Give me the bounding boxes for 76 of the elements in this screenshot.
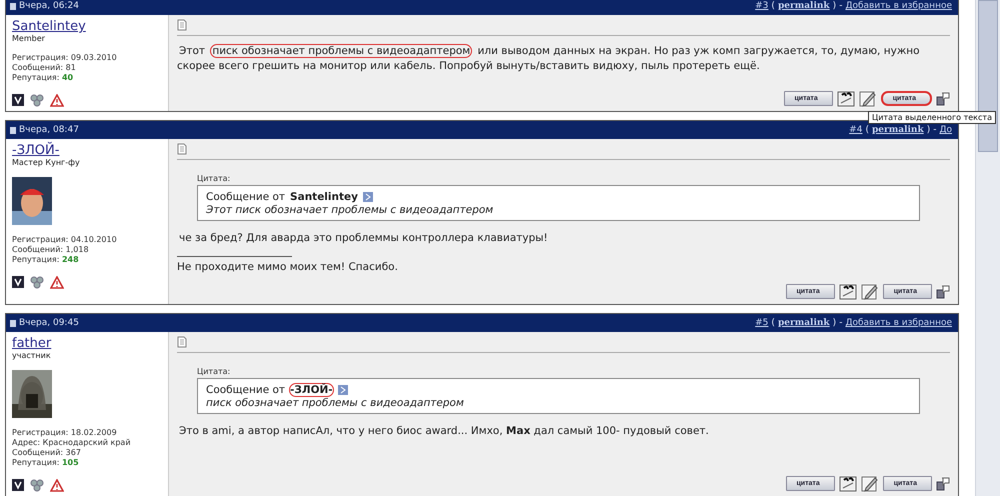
post-number-link[interactable]: #5 [755,318,768,328]
favorite-link[interactable]: До [939,125,952,135]
reply-icon[interactable] [936,284,950,299]
separator-text: - [933,125,936,135]
user-title: Мастер Кунг-фу [12,158,81,167]
multiquote-icon[interactable] [838,475,857,492]
paren-text: ) [832,318,836,328]
quote-author: -ЗЛОЙ- [289,383,334,397]
permalink-link[interactable]: permalink [778,318,830,328]
multiquote-icon[interactable] [836,90,855,107]
edit-icon[interactable] [858,90,877,107]
user-stat: Репутация: 248 [12,255,80,265]
user-stat: Репутация: 105 [12,458,80,468]
username-link[interactable]: -ЗЛОЙ- [12,143,162,158]
reply-icon[interactable] [936,476,950,491]
user-title: участник [12,351,52,360]
message-text: че за бред? Для аварда это проблеммы контроллера клавиатуры! [178,231,549,246]
post-date: Вчера, 09:45 [19,318,79,328]
post-number-link[interactable]: #4 [849,125,862,135]
user-stat: Сообщений: 367 [12,448,82,458]
quote-text: Этот писк обозначает проблемы с видеоадаптером [206,204,494,216]
warning-icon[interactable] [50,478,64,492]
vote-icon[interactable] [12,276,24,288]
post-date: Вчера, 08:47 [19,125,79,135]
favorite-link[interactable]: Добавить в избранное [845,1,952,11]
vote-icon[interactable] [12,479,24,491]
document-icon [177,19,187,31]
favorite-link[interactable]: Добавить в избранное [845,318,952,328]
paren-text: ) [926,125,930,135]
user-stat: Сообщений: 1,018 [12,245,90,255]
tooltip: Цитата выделенного текста [868,111,996,124]
quote-label: Цитата: [197,367,232,376]
post-date: Вчера, 06:24 [19,1,79,11]
permalink-link[interactable]: permalink [778,1,830,11]
post-number-link[interactable]: #3 [755,1,768,11]
view-post-icon[interactable] [338,385,348,395]
edit-icon[interactable] [860,283,879,300]
multiquote-icon[interactable] [838,283,857,300]
document-icon [177,143,187,155]
quote-label: Цитата: [197,174,232,183]
quote-text: писк обозначает проблемы с видеоадаптером [206,397,465,409]
message-text: Это в ami, а автор написАл, что у него биос award... Имхо, Max дал самый 100- пудовый совет. [178,424,710,439]
signature-text: Не проходите мимо моих тем! Спасибо. [177,260,399,275]
reply-icon[interactable] [936,91,950,106]
separator-text: - [839,318,842,328]
permalink-link[interactable]: permalink [872,125,924,135]
edit-icon[interactable] [860,475,879,492]
user-stat: Сообщений: 81 [12,63,77,73]
paren-text: ) [832,1,836,11]
network-icon[interactable] [29,93,45,107]
view-post-icon[interactable] [362,192,373,202]
user-stat: Регистрация: 04.10.2010 [12,235,118,245]
document-icon [177,336,187,348]
user-stat: Регистрация: 09.03.2010 [12,53,118,63]
user-stat: Адрес: Краснодарский край [12,438,132,448]
post-icon [10,126,16,134]
network-icon[interactable] [29,478,45,492]
paren-text: ( [771,1,775,11]
paren-text: ( [865,125,869,135]
username-link[interactable]: Santelintey [12,19,162,34]
user-title: Member [12,34,46,43]
quote-prefix: Сообщение от [206,384,286,396]
separator-text: - [839,1,842,11]
warning-icon[interactable] [50,276,64,288]
message-text: Этот писк обозначает проблемы с видеоадаптером или выводом данных на экран. Но раз уж комп загружается, то, думаю, нужно скорее всего грешить на монитор или кабель. Попробуй вынуть/вставить видюху, пыль протереть ещё. [177,44,921,74]
username-link[interactable]: father [12,336,162,351]
paren-text: ( [771,318,775,328]
warning-icon[interactable] [50,94,64,106]
post-icon [10,320,16,326]
post-icon [10,2,16,10]
user-stat: Репутация: 40 [12,73,74,83]
network-icon[interactable] [29,275,45,289]
quote-prefix: Сообщение от [206,191,286,203]
user-stat: Регистрация: 18.02.2009 [12,428,118,438]
vote-icon[interactable] [12,94,24,106]
quote-author: Santelintey [289,190,359,204]
